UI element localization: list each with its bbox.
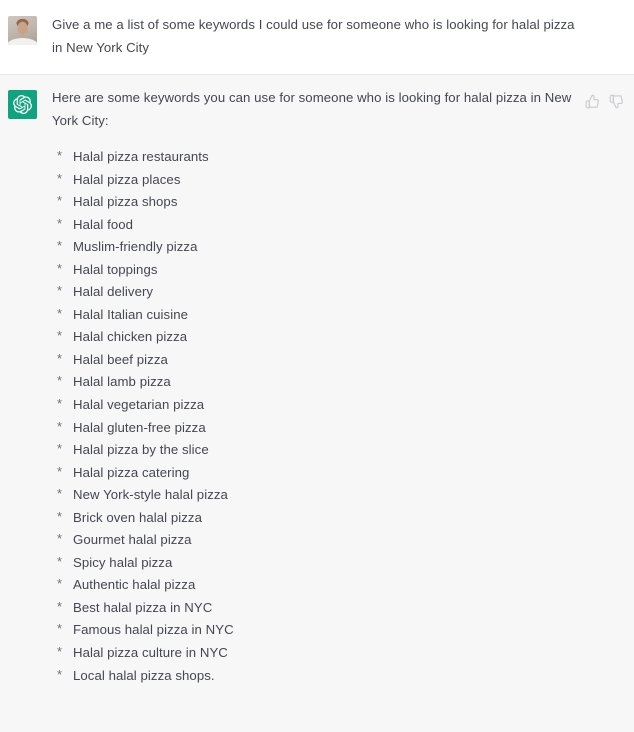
keyword-label: Halal toppings xyxy=(73,261,158,277)
list-bullet-icon: * xyxy=(57,238,63,254)
keyword-label: Halal food xyxy=(73,216,134,232)
keyword-label: Halal pizza culture in NYC xyxy=(73,645,228,661)
keyword-label: Halal Italian cuisine xyxy=(73,306,189,322)
openai-logo-icon xyxy=(13,95,32,114)
chat-conversation: Give a me a list of some keywords I coul… xyxy=(0,0,634,732)
list-bullet-icon: * xyxy=(57,260,63,276)
keyword-list: * Halal pizza restaurants * Halal pizza pla… xyxy=(52,146,616,687)
list-bullet-icon: * xyxy=(57,441,63,457)
keyword-label: Famous halal pizza in NYC xyxy=(73,622,234,638)
keyword-label: New York-style halal pizza xyxy=(73,487,228,503)
list-bullet-icon: * xyxy=(57,576,63,592)
keyword-label: Halal pizza restaurants xyxy=(73,149,209,164)
keyword-list-item: * Halal vegetarian pizza xyxy=(57,394,616,417)
keyword-list-item: * Brick oven halal pizza xyxy=(57,507,616,530)
list-bullet-icon: * xyxy=(57,283,63,299)
keyword-list-item: * New York-style halal pizza xyxy=(57,484,616,507)
keyword-list-item: * Halal toppings xyxy=(57,259,616,282)
keyword-list-item: * Halal lamb pizza xyxy=(57,371,616,394)
list-bullet-icon: * xyxy=(57,418,63,434)
list-bullet-icon: * xyxy=(57,531,63,547)
keyword-label: Halal lamb pizza xyxy=(73,374,171,390)
keyword-list-item: * Halal pizza catering xyxy=(57,462,616,485)
user-message-turn: Give a me a list of some keywords I coul… xyxy=(0,0,634,75)
list-bullet-icon: * xyxy=(57,328,63,344)
keyword-label: Authentic halal pizza xyxy=(73,577,196,593)
list-bullet-icon: * xyxy=(57,373,63,389)
thumbs-down-icon[interactable] xyxy=(609,94,624,109)
keyword-label: Halal pizza by the slice xyxy=(73,442,209,458)
list-bullet-icon: * xyxy=(57,508,63,524)
list-bullet-icon: * xyxy=(57,486,63,502)
keyword-list-item: * Halal gluten-free pizza xyxy=(57,417,616,440)
keyword-label: Muslim-friendly pizza xyxy=(73,239,198,255)
list-bullet-icon: * xyxy=(57,193,63,209)
keyword-label: Halal pizza places xyxy=(73,171,181,187)
keyword-list-item: * Halal beef pizza xyxy=(57,349,616,372)
list-bullet-icon: * xyxy=(57,215,63,231)
keyword-list-item: * Halal pizza shops xyxy=(57,191,616,214)
list-bullet-icon: * xyxy=(57,396,63,412)
list-bullet-icon: * xyxy=(57,148,63,163)
list-bullet-icon: * xyxy=(57,644,63,660)
keyword-label: Halal vegetarian pizza xyxy=(73,397,205,413)
keyword-label: Best halal pizza in NYC xyxy=(73,599,213,615)
keyword-list-item: * Muslim-friendly pizza xyxy=(57,236,616,259)
list-bullet-icon: * xyxy=(57,305,63,321)
list-bullet-icon: * xyxy=(57,553,63,569)
keyword-label: Local halal pizza shops. xyxy=(73,667,215,683)
keyword-list-item: * Spicy halal pizza xyxy=(57,552,616,575)
keyword-label: Halal delivery xyxy=(73,284,154,300)
keyword-list-item: * Halal food xyxy=(57,214,616,237)
user-turn-inner: Give a me a list of some keywords I coul… xyxy=(0,14,634,59)
user-message-text: Give a me a list of some keywords I coul… xyxy=(52,17,579,55)
keyword-label: Halal gluten-free pizza xyxy=(73,419,206,435)
assistant-turn-inner: Here are some keywords you can use for s… xyxy=(0,87,634,687)
list-bullet-icon: * xyxy=(57,170,63,186)
keyword-list-item: * Best halal pizza in NYC xyxy=(57,597,616,620)
assistant-message-turn: Here are some keywords you can use for s… xyxy=(0,75,634,732)
assistant-intro-text: Here are some keywords you can use for s… xyxy=(52,90,575,128)
list-bullet-icon: * xyxy=(57,598,63,614)
keyword-label: Halal pizza catering xyxy=(73,464,190,480)
keyword-label: Gourmet halal pizza xyxy=(73,532,192,548)
user-avatar xyxy=(8,16,37,45)
keyword-list-item: * Halal pizza restaurants xyxy=(57,146,616,169)
keyword-list-item: * Gourmet halal pizza xyxy=(57,529,616,552)
keyword-list-item: * Halal pizza places xyxy=(57,169,616,192)
keyword-label: Halal pizza shops xyxy=(73,194,178,210)
keyword-list-item: * Halal pizza by the slice xyxy=(57,439,616,462)
keyword-label: Halal chicken pizza xyxy=(73,329,188,345)
list-bullet-icon: * xyxy=(57,666,63,682)
keyword-label: Brick oven halal pizza xyxy=(73,509,202,525)
keyword-list-item: * Halal delivery xyxy=(57,281,616,304)
keyword-list-item: * Famous halal pizza in NYC xyxy=(57,619,616,642)
keyword-label: Spicy halal pizza xyxy=(73,554,173,570)
list-bullet-icon: * xyxy=(57,621,63,637)
keyword-label: Halal beef pizza xyxy=(73,351,168,367)
keyword-list-item: * Authentic halal pizza xyxy=(57,574,616,597)
assistant-avatar xyxy=(8,90,37,119)
keyword-list-item: * Halal pizza culture in NYC xyxy=(57,642,616,665)
keyword-list-item: * Halal chicken pizza xyxy=(57,326,616,349)
keyword-list-item: * Local halal pizza shops. xyxy=(57,665,616,688)
keyword-list-item: * Halal Italian cuisine xyxy=(57,304,616,327)
thumbs-up-icon[interactable] xyxy=(585,94,600,109)
list-bullet-icon: * xyxy=(57,463,63,479)
list-bullet-icon: * xyxy=(57,350,63,366)
feedback-controls[interactable] xyxy=(585,94,624,109)
user-avatar-shoulders xyxy=(8,38,37,45)
